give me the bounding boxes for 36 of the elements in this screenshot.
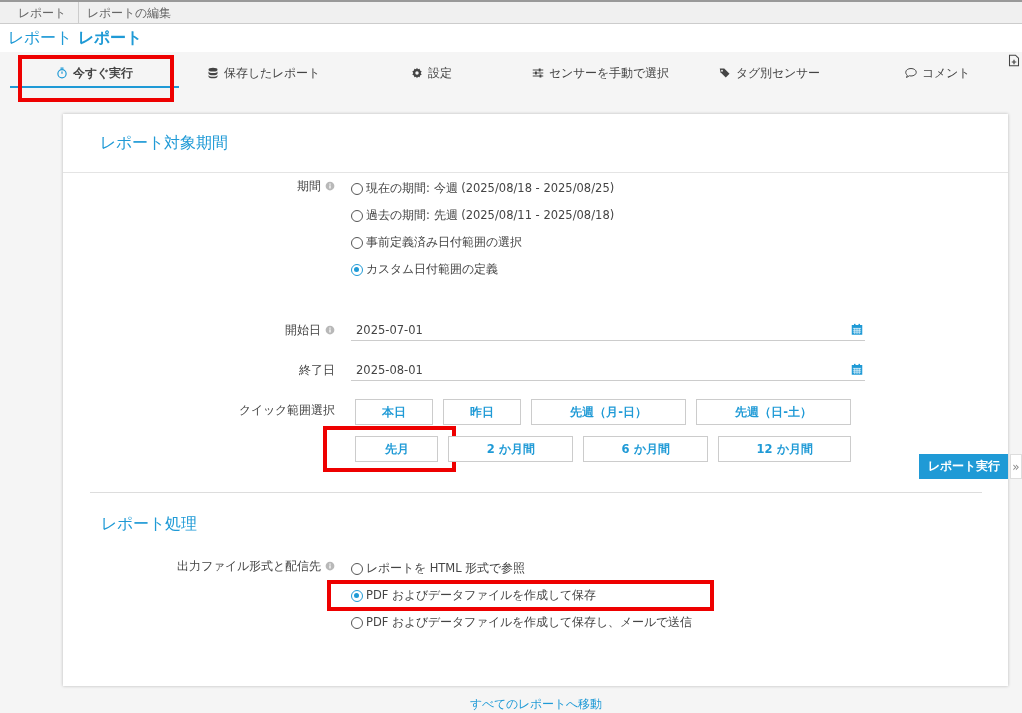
timer-icon [55,67,68,79]
section-title: レポート対象期間 [100,132,228,154]
calendar-icon [851,323,863,336]
calendar-icon [851,363,863,376]
radio-option[interactable]: 過去の期間: 先週 (2025/08/11 - 2025/08/18) [351,202,615,229]
sliders-icon [531,67,544,79]
radio-option[interactable]: レポートを HTML 形式で参照 [351,555,693,582]
comment-icon [905,67,918,79]
radio-option[interactable]: 事前定義済み日付範囲の選択 [351,229,615,256]
tab[interactable]: センサーを手動で選択 [516,60,685,88]
more-button[interactable]: » [1010,454,1022,479]
field-label: 開始日 [285,322,321,338]
radio-option[interactable]: PDF およびデータファイルを作成して保存 [351,582,693,609]
field-label: 期間 [297,178,321,194]
tab[interactable]: 保存したレポート [178,60,348,88]
page-title: レポート [78,27,142,49]
tab[interactable]: タグ別センサー [684,60,854,88]
field-label: クイック範囲選択 [239,402,335,418]
database-icon [206,67,219,79]
breadcrumb-link[interactable]: レポート [0,1,79,24]
page-title-prefix: レポート [8,27,72,49]
file-plus-icon [1008,54,1020,67]
field-label: 出力ファイル形式と配信先 [177,558,321,574]
tab[interactable]: 設定 [347,60,516,88]
tab[interactable]: 今すぐ実行 [10,60,179,88]
breadcrumb-link[interactable]: レポートの編集 [79,1,183,24]
date-field[interactable]: 2025-08-01 [351,359,865,381]
field-label: 終了日 [299,362,335,378]
tab[interactable]: コメント [853,60,1022,88]
date-field[interactable]: 2025-07-01 [351,319,865,341]
radio-option[interactable]: カスタム日付範囲の定義 [351,256,615,283]
radio-option[interactable]: PDF およびデータファイルを作成して保存し、メールで送信 [351,609,693,636]
settings-icon [411,67,424,79]
radio-option[interactable]: 現在の期間: 今週 (2025/08/18 - 2025/08/25) [351,175,615,202]
tags-icon [718,67,731,79]
section-title: レポート処理 [101,513,197,535]
